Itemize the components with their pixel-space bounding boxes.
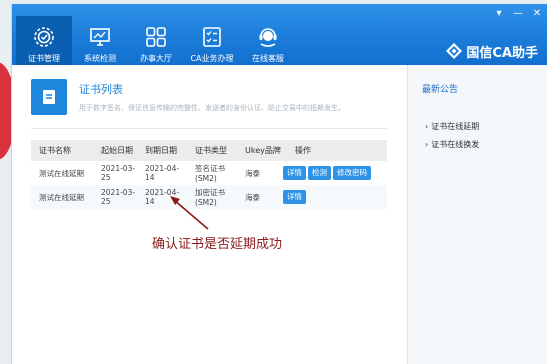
cert-type: 签名证书(SM2) — [187, 161, 245, 185]
check-button[interactable]: 检测 — [308, 166, 331, 180]
gear-shield-icon — [34, 27, 54, 47]
announcements-title: 最新公告 — [422, 85, 459, 95]
main-nav: 证书管理 系统检测 办事大厅 CA业务办理 在线客服 — [16, 16, 296, 65]
details-button[interactable]: 详情 — [283, 166, 306, 180]
monitor-icon — [90, 28, 110, 46]
column-header: Ukey品牌 — [245, 140, 281, 161]
cert-name: 测试在线延期 — [31, 185, 89, 209]
details-button[interactable]: 详情 — [283, 190, 306, 204]
nav-online-support[interactable]: 在线客服 — [240, 16, 296, 65]
close-icon[interactable]: ✕ — [532, 8, 542, 19]
nav-label: 办事大厅 — [140, 54, 172, 63]
divider — [31, 128, 387, 129]
start-date: 2021-03-25 — [89, 161, 141, 185]
announcement-label: 证书在线换发 — [431, 140, 480, 149]
table-row: 测试在线延期 2021-03-25 2021-04-14 加密证书(SM2) 海… — [31, 185, 387, 209]
nav-cert-management[interactable]: 证书管理 — [16, 16, 72, 65]
headset-icon — [259, 28, 277, 47]
announcement-label: 证书在线延期 — [431, 122, 480, 131]
top-bar: ▾ — ✕ 证书管理 系统检测 办事大厅 CA业务办理 在线客服 国信CA助手 — [12, 4, 547, 65]
start-date: 2021-03-25 — [89, 185, 141, 209]
document-icon — [31, 79, 67, 115]
table-header-row: 证书名称 起始日期 到期日期 证书类型 Ukey品牌 操作 — [31, 140, 387, 161]
column-header: 证书名称 — [31, 140, 89, 161]
nav-ca-business[interactable]: CA业务办理 — [184, 16, 240, 65]
ukey-brand: 海泰 — [245, 185, 281, 209]
nav-label: 系统检测 — [84, 54, 116, 63]
app-window: ▾ — ✕ 证书管理 系统检测 办事大厅 CA业务办理 在线客服 国信CA助手 … — [11, 4, 547, 364]
announcement-item[interactable]: › 证书在线换发 — [425, 139, 479, 150]
column-header: 证书类型 — [187, 140, 245, 161]
cert-list-panel: 证书列表 用于数字签名、保证信息传输的完整性、发送者的身份认证、防止交易中的抵赖… — [12, 65, 407, 364]
end-date: 2021-04-14 — [141, 185, 187, 209]
nav-label: 在线客服 — [252, 54, 284, 63]
brand-name: 国信CA助手 — [466, 45, 538, 61]
table-row: 测试在线延期 2021-03-25 2021-04-14 签名证书(SM2) 海… — [31, 161, 387, 185]
brand: 国信CA助手 — [445, 42, 538, 61]
ukey-brand: 海泰 — [245, 161, 281, 185]
nav-system-check[interactable]: 系统检测 — [72, 16, 128, 65]
nav-label: 证书管理 — [28, 54, 60, 63]
grid-icon — [146, 27, 166, 47]
cert-list-subtitle: 用于数字签名、保证信息传输的完整性、发送者的身份认证、防止交易中的抵赖发生。 — [79, 104, 345, 112]
chevron-right-icon: › — [425, 140, 429, 149]
column-header: 起始日期 — [89, 140, 141, 161]
column-header: 到期日期 — [141, 140, 187, 161]
column-header: 操作 — [281, 140, 387, 161]
nav-label: CA业务办理 — [190, 54, 234, 63]
nav-service-hall[interactable]: 办事大厅 — [128, 16, 184, 65]
actions-cell: 详情 检测 修改密码 — [281, 161, 387, 185]
change-password-button[interactable]: 修改密码 — [333, 166, 371, 180]
dropdown-icon[interactable]: ▾ — [494, 8, 504, 19]
diamond-logo-icon — [446, 43, 463, 59]
window-controls: ▾ — ✕ — [494, 8, 542, 19]
minimize-icon[interactable]: — — [513, 8, 523, 19]
cert-list-header: 证书列表 用于数字签名、保证信息传输的完整性、发送者的身份认证、防止交易中的抵赖… — [31, 79, 345, 115]
actions-cell: 详情 — [281, 185, 387, 209]
announcements-sidebar: 最新公告 › 证书在线延期 › 证书在线换发 — [407, 65, 547, 364]
chevron-right-icon: › — [425, 122, 429, 131]
checklist-icon — [203, 27, 221, 47]
end-date: 2021-04-14 — [141, 161, 187, 185]
cert-name: 测试在线延期 — [31, 161, 89, 185]
cert-type: 加密证书(SM2) — [187, 185, 245, 209]
annotation-text: 确认证书是否延期成功 — [152, 237, 283, 252]
announcement-item[interactable]: › 证书在线延期 — [425, 121, 479, 132]
cert-table: 证书名称 起始日期 到期日期 证书类型 Ukey品牌 操作 测试在线延期 202… — [31, 140, 387, 209]
cert-list-title: 证书列表 — [79, 83, 123, 96]
